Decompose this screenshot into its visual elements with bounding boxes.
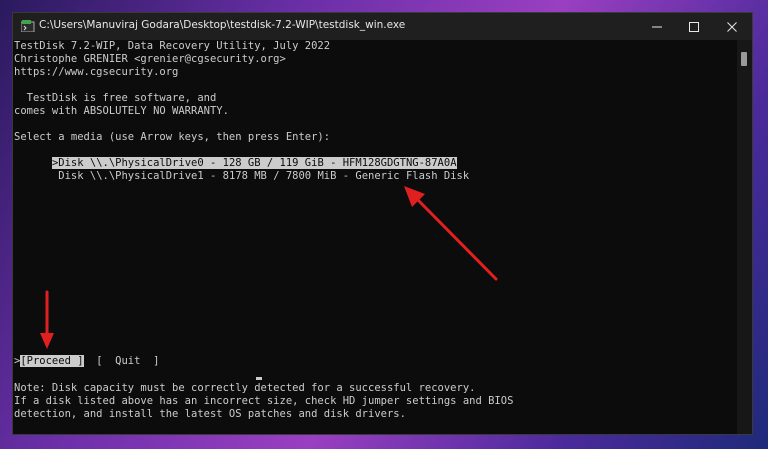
media-item-physicaldrive1[interactable]: Disk \\.\PhysicalDrive1 - 8178 MB / 7800… [14,157,469,196]
license-line-2: comes with ABSOLUTELY NO WARRANTY. [14,105,229,117]
note-line-1: Note: Disk capacity must be correctly de… [14,382,476,394]
proceed-button[interactable]: [Proceed ] [20,355,84,367]
console-window: C:\Users\Manuviraj Godara\Desktop\testdi… [12,12,753,435]
terminal-app-icon [21,20,35,32]
quit-button[interactable]: [ Quit ] [84,355,159,367]
license-line-1: TestDisk is free software, and [14,92,217,104]
maximize-icon [689,21,699,32]
note-line-3: detection, and install the latest OS pat… [14,408,406,420]
close-button[interactable] [710,13,752,40]
media-item-label: Disk \\.\PhysicalDrive1 - 8178 MB / 7800… [51,170,470,182]
text-cursor [256,377,262,380]
header-line-2: Christophe GRENIER <grenier@cgsecurity.o… [14,53,286,65]
header-line-3: https://www.cgsecurity.org [14,66,179,78]
note-line-2: If a disk listed above has an incorrect … [14,395,514,407]
console-output[interactable]: TestDisk 7.2-WIP, Data Recovery Utility,… [13,40,735,434]
scrollbar-thumb[interactable] [741,52,747,66]
window-title: C:\Users\Manuviraj Godara\Desktop\testdi… [39,19,406,31]
select-media-prompt: Select a media (use Arrow keys, then pre… [14,131,331,143]
minimize-icon [652,26,662,27]
vertical-scrollbar[interactable] [737,40,752,434]
close-icon [727,21,737,32]
header-line-1: TestDisk 7.2-WIP, Data Recovery Utility,… [14,40,331,52]
action-bar: >[Proceed ] [ Quit ] [14,355,159,368]
title-bar[interactable]: C:\Users\Manuviraj Godara\Desktop\testdi… [13,13,752,40]
